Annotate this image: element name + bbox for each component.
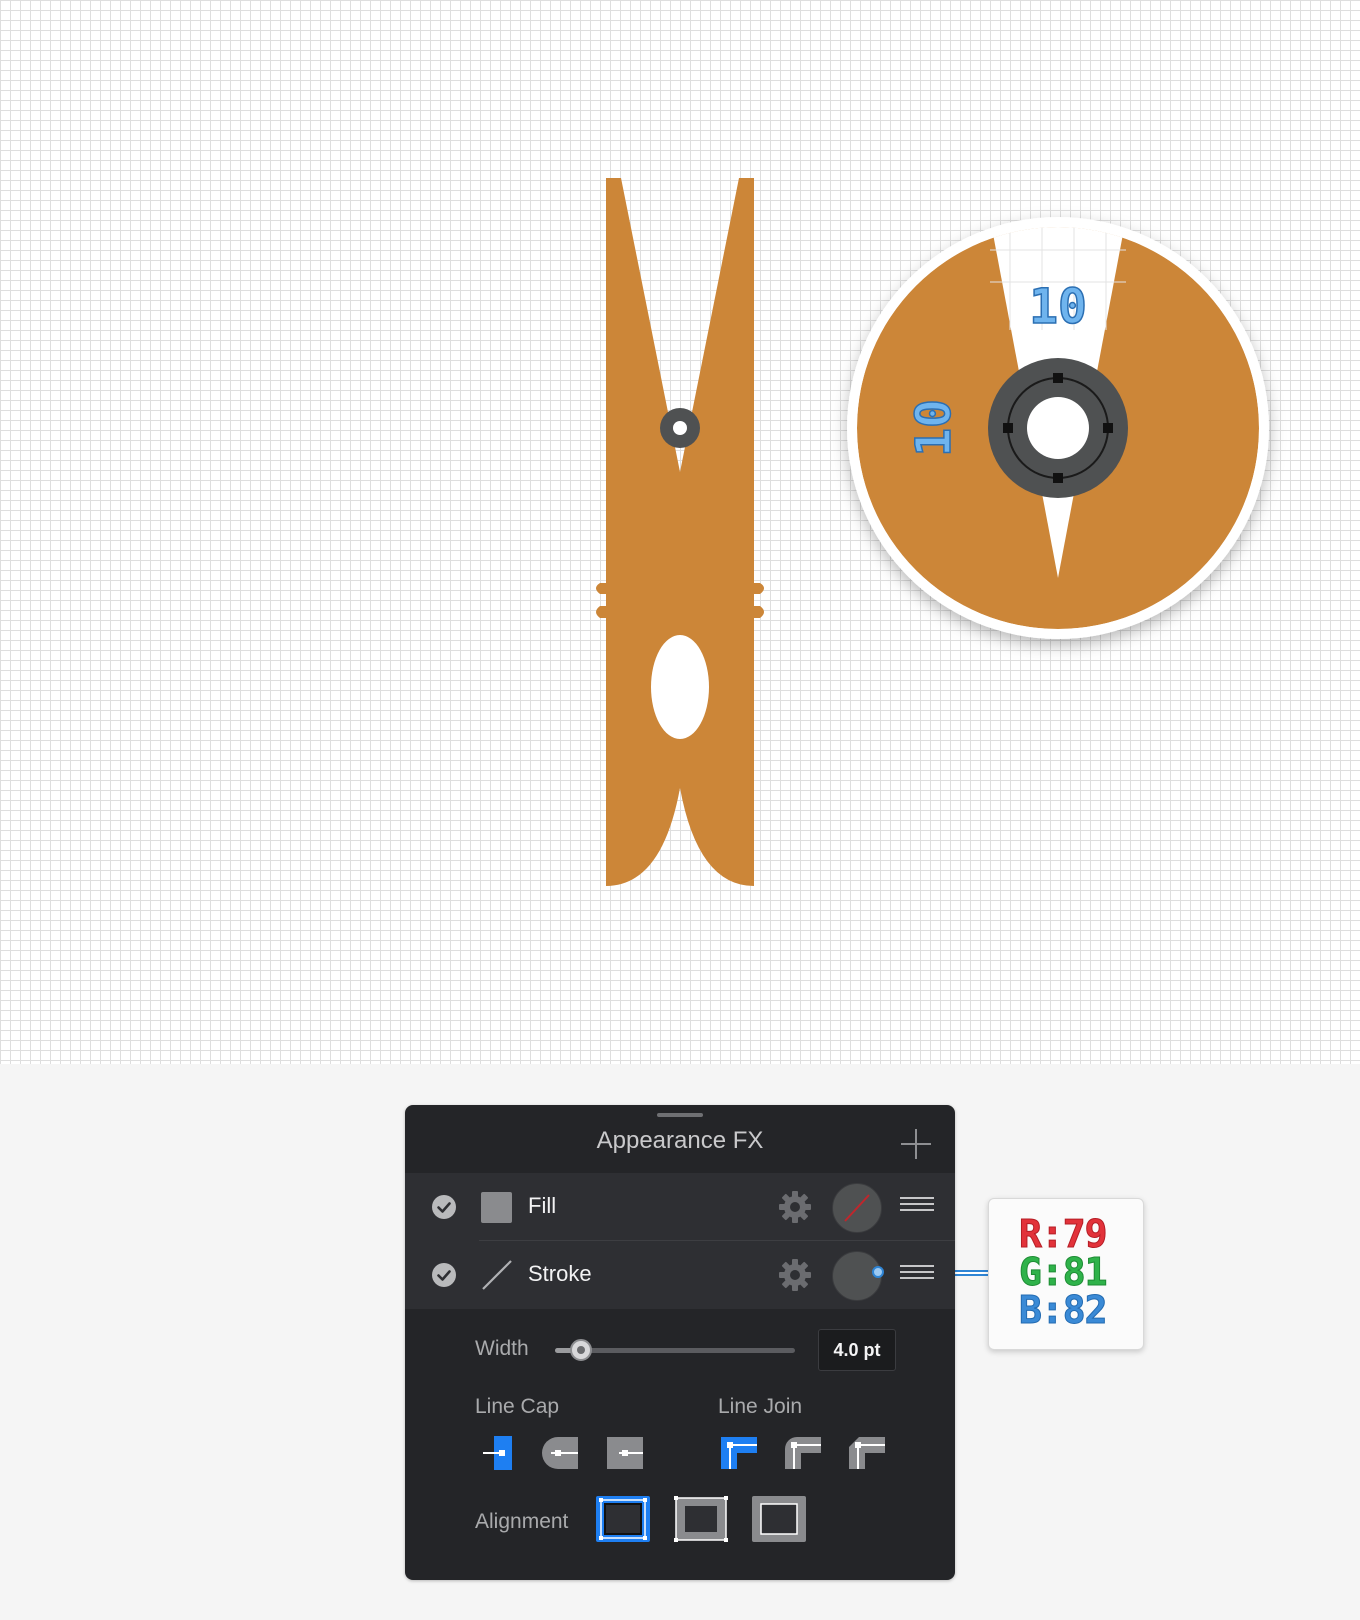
stroke-color-callout-anchor [872, 1266, 884, 1278]
width-slider-handle[interactable] [570, 1339, 592, 1361]
stroke-enabled-checkbox[interactable] [432, 1263, 456, 1287]
artwork: 10 10 [596, 178, 1269, 886]
round-cap-icon[interactable] [540, 1433, 580, 1473]
appearance-panel: Appearance FX Fill Stroke Width 4.0 pt L… [405, 1105, 955, 1580]
zoom-callout: 10 10 [847, 217, 1269, 639]
panel-title: Appearance FX [596, 1127, 764, 1154]
stroke-label: Stroke [528, 1261, 592, 1286]
fill-label: Fill [528, 1193, 557, 1218]
line-cap-label: Line Cap [475, 1395, 560, 1418]
align-stroke-inside-icon[interactable] [673, 1495, 729, 1543]
dimension-label-left: 10 [906, 399, 962, 457]
butt-cap-icon[interactable] [480, 1433, 520, 1473]
width-value-field[interactable]: 4.0 pt [818, 1329, 896, 1371]
align-stroke-outside-icon[interactable] [751, 1495, 807, 1543]
clothespin-hole [651, 635, 709, 739]
dimension-label-top: 10 [1029, 279, 1087, 335]
round-join-icon[interactable] [783, 1433, 823, 1473]
width-label: Width [475, 1337, 529, 1360]
align-stroke-center-icon[interactable] [595, 1495, 651, 1543]
stroke-row-menu-icon[interactable] [900, 1265, 934, 1285]
blue-value: B:82 [1019, 1288, 1109, 1332]
stroke-settings-gear-icon[interactable] [777, 1257, 813, 1293]
fill-enabled-checkbox[interactable] [432, 1195, 456, 1219]
line-join-label: Line Join [718, 1395, 803, 1418]
alignment-label: Alignment [475, 1510, 569, 1533]
panel-drag-handle[interactable] [657, 1113, 703, 1117]
projecting-cap-icon[interactable] [605, 1433, 645, 1473]
rgb-value-callout: R:79 G:81 B:82 [988, 1198, 1144, 1350]
fill-settings-gear-icon[interactable] [777, 1189, 813, 1225]
fill-row-menu-icon[interactable] [900, 1197, 934, 1217]
red-value: R:79 [1019, 1212, 1109, 1256]
bevel-join-icon[interactable] [847, 1433, 887, 1473]
plus-icon[interactable] [899, 1127, 933, 1161]
green-value: G:81 [1019, 1250, 1109, 1294]
fill-row[interactable]: Fill [405, 1173, 955, 1241]
artboard-canvas[interactable]: 10 10 [0, 0, 1360, 1064]
stroke-line-icon [482, 1260, 512, 1290]
fill-color-well[interactable] [832, 1183, 882, 1233]
miter-join-icon[interactable] [719, 1433, 759, 1473]
fill-swatch-icon [481, 1192, 512, 1223]
clothespin-shape[interactable] [596, 178, 764, 886]
